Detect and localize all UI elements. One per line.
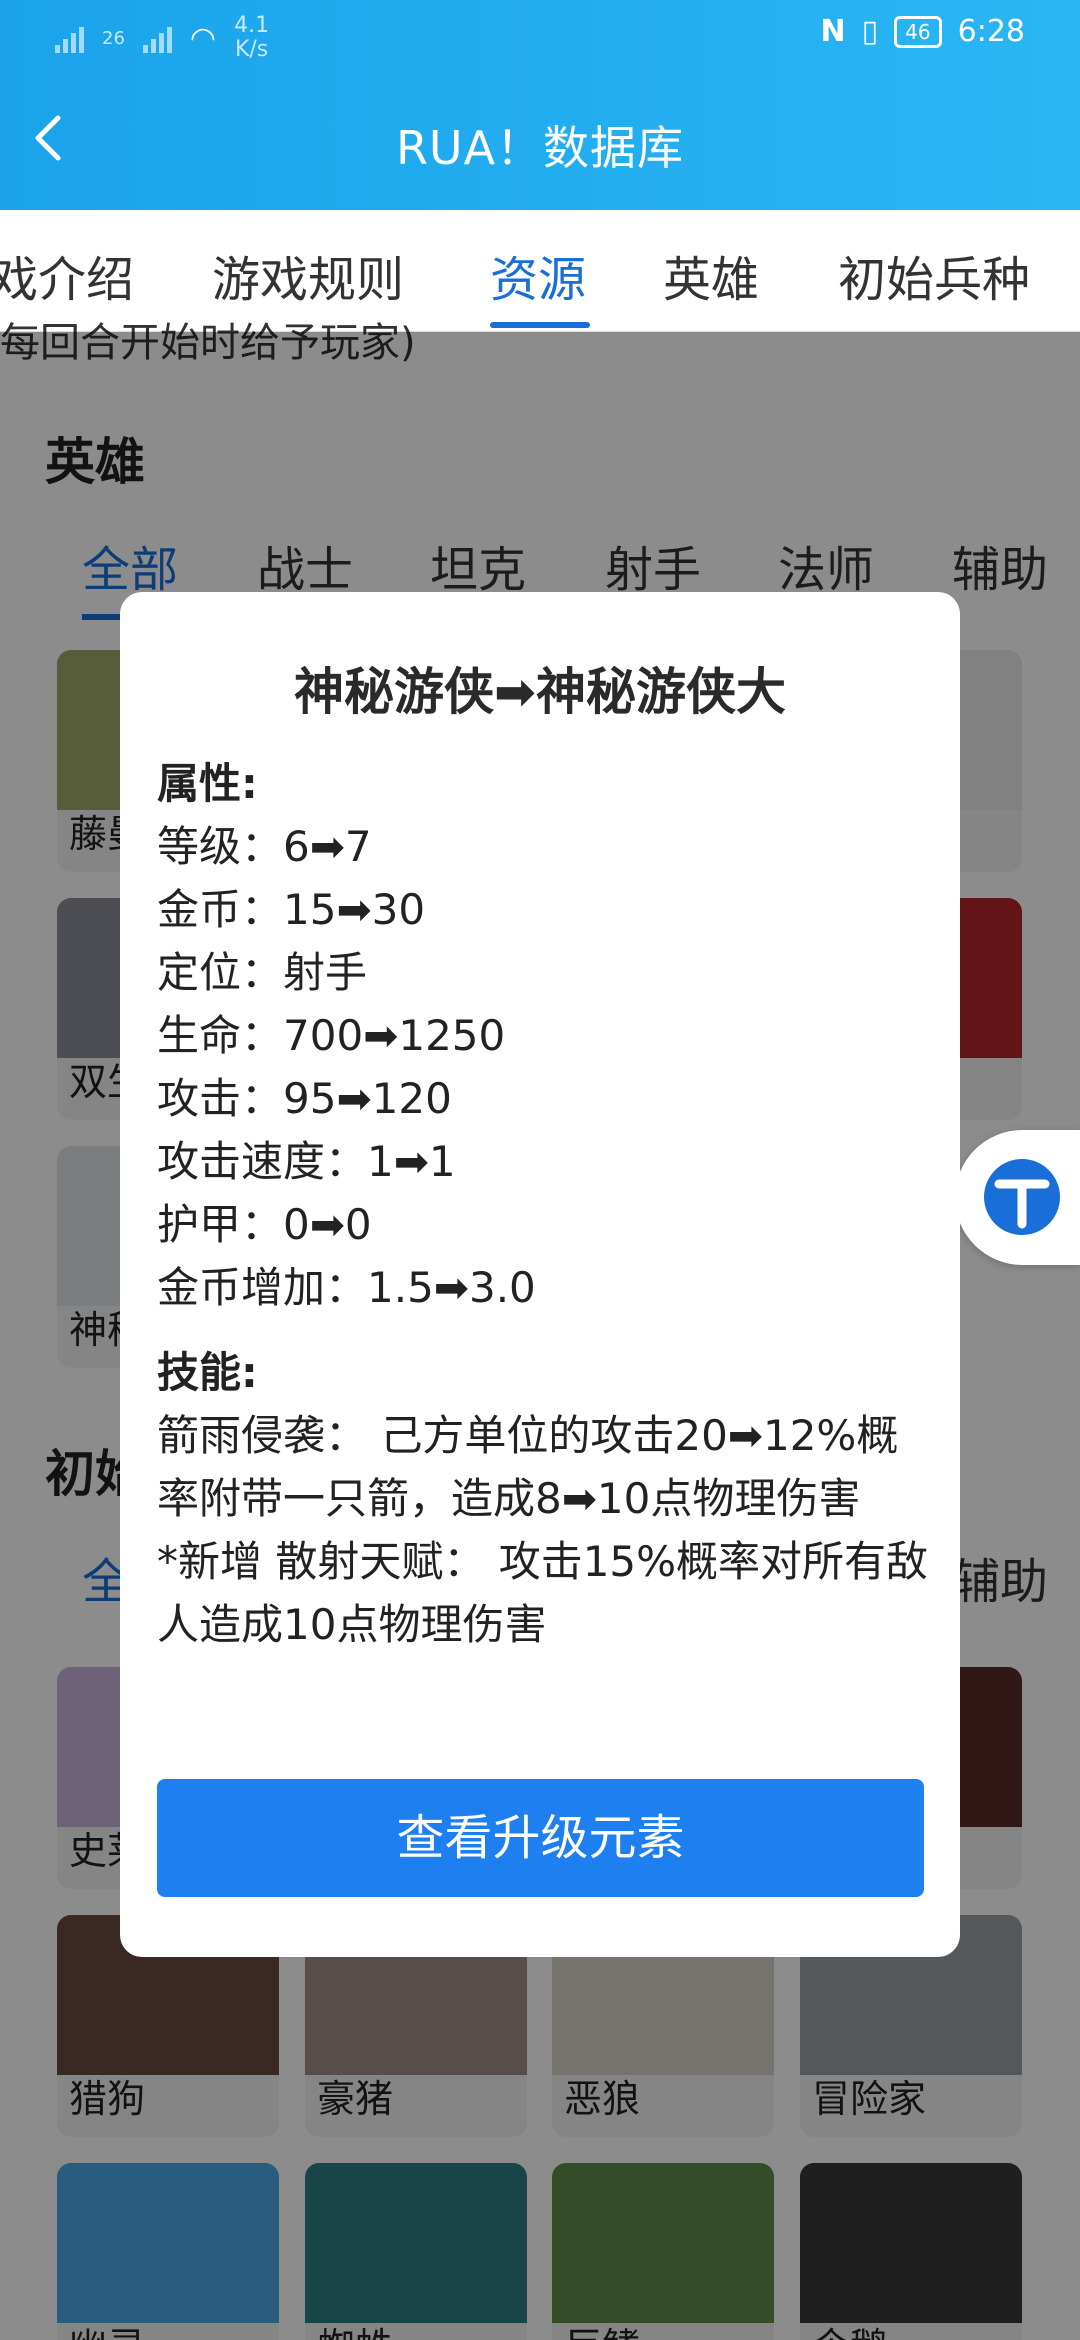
wifi-icon: ◠: [189, 20, 217, 56]
tab-rules[interactable]: 游戏规则: [212, 240, 404, 310]
clock: 6:28: [957, 14, 1025, 49]
attr-hp: 生命：700➡1250: [157, 1011, 506, 1060]
view-upgrade-elements-button[interactable]: 查看升级元素: [157, 1779, 924, 1897]
attr-role: 定位：射手: [157, 948, 368, 997]
attr-attack-speed: 攻击速度：1➡1: [157, 1137, 456, 1186]
skill-description: 箭雨侵袭： 己方单位的攻击20➡12%概率附带一只箭，造成8➡10点物理伤害: [157, 1411, 899, 1523]
net-speed: 4.1 K/s: [234, 13, 270, 62]
skills-heading: 技能:: [157, 1348, 258, 1397]
signal-label: 26: [102, 27, 125, 49]
vibrate-icon: ▯: [861, 14, 879, 49]
signal-icon: [55, 23, 84, 53]
attr-gold-bonus: 金币增加：1.5➡3.0: [157, 1263, 536, 1312]
tab-initial-units[interactable]: 初始兵种: [838, 240, 1030, 310]
upgrade-dialog: 神秘游侠➡神秘游侠大 属性: 等级：6➡7 金币：15➡30 定位：射手 生命：…: [120, 592, 960, 1957]
floating-action-button[interactable]: [955, 1130, 1080, 1265]
nfc-icon: N: [820, 14, 846, 49]
attr-gold: 金币：15➡30: [157, 885, 426, 934]
attr-attack: 攻击：95➡120: [157, 1074, 452, 1123]
attr-level: 等级：6➡7: [157, 822, 372, 871]
title-bar: RUA！数据库: [0, 90, 1080, 200]
page-title: RUA！数据库: [395, 121, 685, 175]
signal-icon-2: [142, 23, 172, 53]
dialog-title: 神秘游侠➡神秘游侠大: [294, 663, 786, 721]
upload-icon: [984, 1159, 1060, 1235]
attributes-heading: 属性:: [157, 759, 258, 808]
app-bar: 26 ◠ 4.1 K/s N ▯ 46 6:28 RUA！数据库: [0, 0, 1080, 210]
attr-armor: 护甲：0➡0: [157, 1200, 372, 1249]
skill-new-talent: *新增 散射天赋： 攻击15%概率对所有敌人造成10点物理伤害: [157, 1537, 929, 1649]
status-bar: 26 ◠ 4.1 K/s N ▯ 46 6:28: [0, 0, 1080, 70]
tab-underline: [490, 322, 590, 328]
tab-intro[interactable]: 戏介绍: [0, 240, 134, 310]
dialog-body: 属性: 等级：6➡7 金币：15➡30 定位：射手 生命：700➡1250 攻击…: [157, 752, 937, 1656]
tab-heroes[interactable]: 英雄: [663, 240, 759, 310]
battery-icon: 46: [894, 15, 942, 48]
tab-resources[interactable]: 资源: [490, 240, 586, 310]
